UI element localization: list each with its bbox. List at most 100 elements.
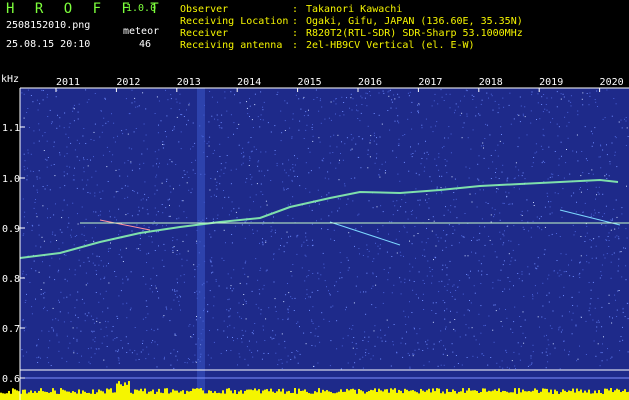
noise-dot: [36, 357, 38, 359]
noise-dot: [580, 255, 582, 257]
noise-dot: [290, 271, 292, 272]
noise-dot: [435, 257, 437, 259]
noise-dot: [520, 105, 522, 107]
noise-dot: [156, 96, 158, 98]
noise-dot: [50, 164, 52, 166]
noise-dot: [554, 151, 556, 152]
noise-dot: [342, 337, 344, 339]
noise-dot: [98, 348, 100, 350]
noise-dot: [103, 359, 105, 361]
noise-dot: [562, 93, 564, 95]
noise-dot: [66, 153, 68, 155]
noise-dot: [407, 352, 409, 354]
noise-dot: [82, 188, 84, 190]
noise-dot: [303, 241, 305, 243]
noise-dot: [292, 118, 294, 120]
noise-dot: [422, 293, 424, 295]
noise-dot: [613, 252, 615, 254]
noise-dot: [506, 225, 508, 227]
noise-dot: [93, 211, 95, 213]
noise-dot: [33, 142, 35, 144]
count-bar: [474, 390, 476, 400]
noise-dot: [38, 123, 40, 125]
noise-dot: [527, 221, 529, 223]
noise-dot: [238, 123, 240, 125]
noise-dot: [175, 355, 177, 357]
noise-dot: [513, 321, 515, 323]
noise-dot: [178, 300, 180, 302]
noise-dot: [183, 211, 185, 213]
noise-dot: [397, 209, 399, 211]
noise-dot: [502, 291, 504, 292]
noise-dot: [608, 175, 610, 177]
noise-dot: [360, 95, 362, 97]
noise-dot: [571, 259, 573, 261]
noise-dot: [594, 212, 596, 214]
noise-dot: [425, 341, 427, 343]
noise-dot: [21, 92, 23, 94]
count-bar: [272, 391, 274, 400]
noise-dot: [455, 290, 457, 291]
count-bar: [102, 391, 104, 400]
noise-dot: [502, 97, 504, 99]
noise-dot: [100, 328, 102, 330]
noise-dot: [81, 206, 83, 208]
noise-dot: [248, 165, 250, 166]
noise-dot: [580, 175, 582, 177]
noise-dot: [119, 175, 121, 177]
noise-dot: [294, 357, 296, 359]
noise-dot: [527, 266, 529, 268]
noise-dot: [606, 253, 608, 255]
noise-dot: [621, 213, 623, 215]
noise-dot: [531, 362, 533, 364]
count-bar: [514, 388, 516, 400]
noise-dot: [142, 198, 144, 200]
noise-dot: [563, 295, 564, 297]
noise-dot: [362, 340, 364, 341]
count-bar: [334, 393, 336, 400]
noise-dot: [143, 225, 145, 227]
count-bar: [158, 388, 160, 400]
noise-dot: [469, 310, 470, 312]
noise-dot: [248, 340, 250, 342]
noise-dot: [118, 362, 120, 364]
noise-dot: [229, 315, 231, 317]
count-bar: [618, 389, 620, 400]
noise-dot: [46, 357, 48, 359]
count-bar: [222, 390, 224, 400]
noise-dot: [101, 342, 103, 344]
count-bar: [50, 392, 52, 400]
noise-dot: [96, 184, 98, 186]
noise-dot: [572, 276, 574, 277]
noise-dot: [463, 314, 465, 316]
noise-dot: [247, 142, 249, 144]
count-bar: [350, 389, 352, 400]
noise-dot: [69, 166, 71, 168]
noise-dot: [78, 103, 80, 105]
noise-dot: [286, 231, 288, 233]
noise-dot: [444, 310, 445, 312]
noise-dot: [330, 136, 332, 138]
noise-dot: [75, 314, 76, 316]
noise-dot: [238, 302, 240, 304]
count-bar: [168, 393, 170, 400]
noise-dot: [467, 274, 469, 276]
count-bar: [468, 388, 470, 400]
noise-dot: [106, 346, 108, 347]
noise-dot: [214, 230, 216, 232]
noise-dot: [101, 131, 103, 133]
noise-dot: [459, 280, 461, 281]
noise-dot: [193, 264, 195, 266]
noise-dot: [388, 95, 390, 97]
noise-dot: [359, 253, 360, 255]
noise-dot: [51, 257, 53, 259]
noise-dot: [346, 257, 348, 259]
count-bar: [520, 392, 522, 400]
noise-dot: [381, 163, 383, 165]
noise-dot: [579, 272, 581, 274]
count-bar: [144, 388, 146, 400]
count-bar: [296, 393, 298, 400]
count-bar: [234, 390, 236, 400]
noise-dot: [53, 330, 54, 332]
noise-dot: [291, 179, 293, 181]
